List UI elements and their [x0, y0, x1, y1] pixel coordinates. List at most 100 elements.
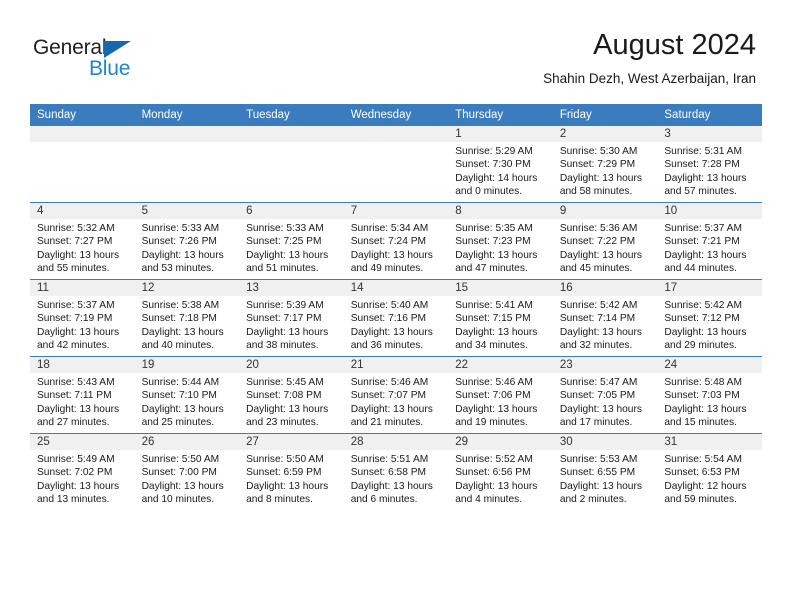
sunset-time: Sunset: 7:03 PM — [664, 390, 740, 402]
day-details: Sunrise: 5:39 AM Sunset: 7:17 PM Daylight:… — [239, 296, 344, 353]
calendar-body: 1 Sunrise: 5:29 AM Sunset: 7:30 PM Daylight… — [30, 126, 762, 510]
sunset-time: Sunset: 7:21 PM — [664, 236, 740, 248]
day-details: Sunrise: 5:52 AM Sunset: 6:56 PM Daylight:… — [448, 450, 553, 507]
daylight-line-1: Daylight: 13 hours — [37, 480, 120, 492]
sunset-time: Sunset: 7:14 PM — [559, 313, 636, 325]
day-details: Sunrise: 5:32 AM Sunset: 7:27 PM Daylight:… — [30, 219, 135, 276]
daylight-line-1: Daylight: 13 hours — [664, 249, 747, 261]
day-details: Sunrise: 5:37 AM Sunset: 7:21 PM Daylight:… — [657, 219, 762, 276]
calendar-day-cell[interactable]: 10 Sunrise: 5:37 AM Sunset: 7:21 PM Dayligh… — [657, 202, 762, 280]
day-number: 22 — [448, 357, 553, 373]
calendar-day-cell[interactable]: 25 Sunrise: 5:49 AM Sunset: 7:02 PM Dayligh… — [30, 433, 135, 510]
day-details: Sunrise: 5:35 AM Sunset: 7:23 PM Daylight:… — [448, 219, 553, 276]
daylight-line-1: Daylight: 13 hours — [350, 249, 433, 261]
daylight-line-1: Daylight: 13 hours — [664, 326, 747, 338]
day-number: 31 — [657, 434, 762, 450]
sunrise-time: Sunrise: 5:38 AM — [141, 300, 220, 311]
sunset-time: Sunset: 7:18 PM — [141, 313, 217, 325]
calendar-day-cell[interactable]: 11 Sunrise: 5:37 AM Sunset: 7:19 PM Dayligh… — [30, 279, 135, 357]
calendar-day-cell[interactable]: 14 Sunrise: 5:40 AM Sunset: 7:16 PM Dayligh… — [343, 279, 449, 357]
calendar-day-cell[interactable]: 20 Sunrise: 5:45 AM Sunset: 7:08 PM Dayligh… — [239, 356, 344, 434]
calendar-day-cell[interactable]: 27 Sunrise: 5:50 AM Sunset: 6:59 PM Dayligh… — [239, 433, 344, 510]
day-number: 20 — [239, 357, 344, 373]
day-details: Sunrise: 5:47 AM Sunset: 7:05 PM Daylight:… — [553, 373, 658, 430]
weekday-header-wednesday: Wednesday — [343, 104, 449, 126]
calendar-day-cell[interactable]: 8 Sunrise: 5:35 AM Sunset: 7:23 PM Daylight… — [448, 202, 553, 280]
day-details: Sunrise: 5:36 AM Sunset: 7:22 PM Daylight:… — [553, 219, 658, 276]
calendar-day-cell[interactable]: 22 Sunrise: 5:46 AM Sunset: 7:06 PM Dayligh… — [448, 356, 553, 434]
daylight-line-1: Daylight: 13 hours — [246, 480, 329, 492]
sunset-time: Sunset: 7:30 PM — [455, 159, 531, 171]
calendar-week-row: 4 Sunrise: 5:32 AM Sunset: 7:27 PM Daylight… — [30, 202, 762, 280]
day-number: 23 — [552, 357, 658, 373]
day-details: Sunrise: 5:41 AM Sunset: 7:15 PM Daylight:… — [448, 296, 553, 353]
calendar-day-cell[interactable]: 9 Sunrise: 5:36 AM Sunset: 7:22 PM Daylight… — [552, 202, 658, 280]
calendar-day-cell[interactable]: 28 Sunrise: 5:51 AM Sunset: 6:58 PM Dayligh… — [343, 433, 449, 510]
calendar-week-row: 1 Sunrise: 5:29 AM Sunset: 7:30 PM Daylight… — [30, 126, 762, 203]
calendar-day-cell[interactable]: 7 Sunrise: 5:34 AM Sunset: 7:24 PM Daylight… — [343, 202, 449, 280]
daylight-line-1: Daylight: 13 hours — [455, 249, 538, 261]
day-details: Sunrise: 5:48 AM Sunset: 7:03 PM Daylight:… — [657, 373, 762, 430]
day-number: 21 — [343, 357, 449, 373]
calendar-week-row: 18 Sunrise: 5:43 AM Sunset: 7:11 PM Dayligh… — [30, 356, 762, 434]
daylight-line-2: and 38 minutes. — [246, 340, 319, 352]
sunrise-time: Sunrise: 5:42 AM — [559, 300, 638, 311]
daylight-line-2: and 44 minutes. — [664, 263, 737, 275]
sunrise-time: Sunrise: 5:46 AM — [455, 377, 533, 388]
daylight-line-1: Daylight: 13 hours — [559, 172, 642, 184]
calendar-day-cell[interactable]: 12 Sunrise: 5:38 AM Sunset: 7:18 PM Dayligh… — [134, 279, 240, 357]
daylight-line-1: Daylight: 13 hours — [37, 326, 120, 338]
day-number: 17 — [657, 280, 762, 296]
sunrise-time: Sunrise: 5:43 AM — [37, 377, 115, 388]
day-number: 8 — [448, 203, 553, 219]
logo-triangle-icon — [104, 41, 131, 58]
sunset-time: Sunset: 7:22 PM — [559, 236, 636, 248]
sunset-time: Sunset: 7:17 PM — [246, 313, 322, 325]
calendar-day-cell[interactable]: 19 Sunrise: 5:44 AM Sunset: 7:10 PM Dayligh… — [134, 356, 240, 434]
day-number: 1 — [448, 126, 553, 142]
calendar-day-cell[interactable]: 3 Sunrise: 5:31 AM Sunset: 7:28 PM Daylight… — [657, 126, 762, 203]
sunrise-time: Sunrise: 5:54 AM — [664, 454, 742, 465]
calendar-day-cell[interactable]: 18 Sunrise: 5:43 AM Sunset: 7:11 PM Dayligh… — [30, 356, 135, 434]
calendar-day-cell[interactable]: 5 Sunrise: 5:33 AM Sunset: 7:26 PM Daylight… — [134, 202, 240, 280]
daylight-line-1: Daylight: 13 hours — [455, 326, 538, 338]
calendar-day-cell[interactable]: 26 Sunrise: 5:50 AM Sunset: 7:00 PM Dayligh… — [134, 433, 240, 510]
logo-text-blue: Blue — [89, 57, 131, 80]
sunrise-time: Sunrise: 5:44 AM — [141, 377, 220, 388]
calendar-day-cell[interactable]: 23 Sunrise: 5:47 AM Sunset: 7:05 PM Dayligh… — [552, 356, 658, 434]
sunset-time: Sunset: 7:10 PM — [141, 390, 217, 402]
calendar-day-cell[interactable]: 13 Sunrise: 5:39 AM Sunset: 7:17 PM Dayligh… — [239, 279, 344, 357]
day-details: Sunrise: 5:33 AM Sunset: 7:26 PM Daylight:… — [135, 219, 240, 276]
calendar-day-cell-empty — [343, 126, 449, 203]
day-details: Sunrise: 5:53 AM Sunset: 6:55 PM Daylight:… — [553, 450, 658, 507]
sunset-time: Sunset: 7:02 PM — [37, 467, 113, 479]
daylight-line-1: Daylight: 13 hours — [350, 480, 433, 492]
daylight-line-2: and 47 minutes. — [455, 263, 528, 275]
calendar-day-cell[interactable]: 2 Sunrise: 5:30 AM Sunset: 7:29 PM Daylight… — [552, 126, 658, 203]
calendar-day-cell[interactable]: 30 Sunrise: 5:53 AM Sunset: 6:55 PM Dayligh… — [552, 433, 658, 510]
sunset-time: Sunset: 7:24 PM — [350, 236, 427, 248]
calendar-day-cell[interactable]: 6 Sunrise: 5:33 AM Sunset: 7:25 PM Daylight… — [239, 202, 344, 280]
sunset-time: Sunset: 6:59 PM — [246, 467, 322, 479]
calendar-day-cell[interactable]: 17 Sunrise: 5:42 AM Sunset: 7:12 PM Dayligh… — [657, 279, 762, 357]
calendar-day-cell[interactable]: 4 Sunrise: 5:32 AM Sunset: 7:27 PM Daylight… — [30, 202, 135, 280]
day-number: 28 — [343, 434, 449, 450]
calendar-day-cell[interactable]: 1 Sunrise: 5:29 AM Sunset: 7:30 PM Daylight… — [448, 126, 553, 203]
general-blue-logo[interactable]: General Blue — [33, 36, 193, 84]
calendar-page: General Blue August 2024 Shahin Dezh, We… — [0, 0, 792, 612]
sunset-time: Sunset: 7:19 PM — [37, 313, 113, 325]
daylight-line-2: and 59 minutes. — [664, 494, 737, 506]
calendar-day-cell[interactable]: 24 Sunrise: 5:48 AM Sunset: 7:03 PM Dayligh… — [657, 356, 762, 434]
daylight-line-2: and 53 minutes. — [141, 263, 215, 275]
calendar-day-cell[interactable]: 15 Sunrise: 5:41 AM Sunset: 7:15 PM Dayligh… — [448, 279, 553, 357]
day-details: Sunrise: 5:33 AM Sunset: 7:25 PM Daylight:… — [239, 219, 344, 276]
title-block: August 2024 Shahin Dezh, West Azerbaijan… — [543, 28, 756, 89]
calendar-day-cell[interactable]: 29 Sunrise: 5:52 AM Sunset: 6:56 PM Dayligh… — [448, 433, 553, 510]
calendar-day-cell[interactable]: 21 Sunrise: 5:46 AM Sunset: 7:07 PM Dayligh… — [343, 356, 449, 434]
calendar-day-cell[interactable]: 31 Sunrise: 5:54 AM Sunset: 6:53 PM Dayligh… — [657, 433, 762, 510]
calendar-day-cell[interactable]: 16 Sunrise: 5:42 AM Sunset: 7:14 PM Dayligh… — [552, 279, 658, 357]
sunset-time: Sunset: 6:58 PM — [350, 467, 427, 479]
sunrise-time: Sunrise: 5:34 AM — [350, 223, 429, 234]
sunrise-time: Sunrise: 5:47 AM — [559, 377, 638, 388]
sunset-time: Sunset: 7:08 PM — [246, 390, 322, 402]
